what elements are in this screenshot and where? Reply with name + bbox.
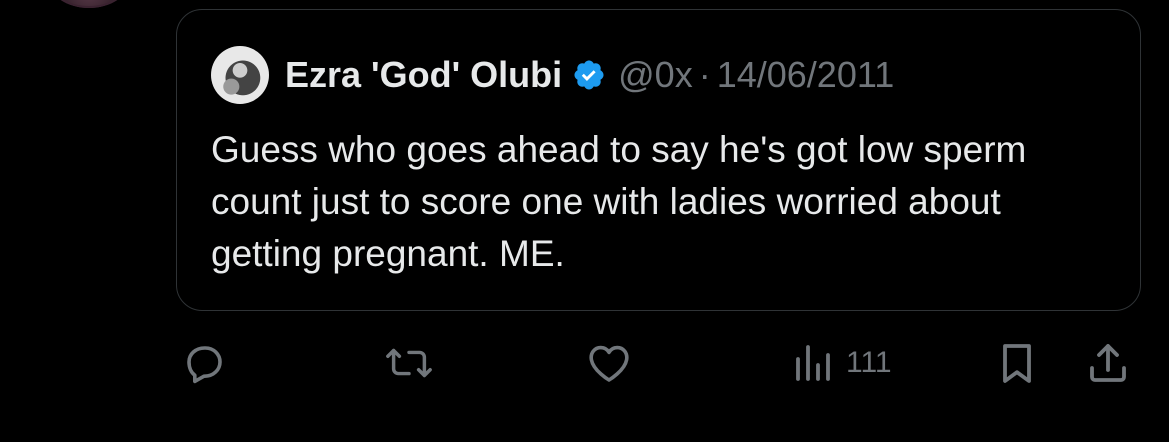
bookmark-button[interactable] xyxy=(996,335,1038,391)
quoted-tweet-card[interactable]: Ezra 'God' Olubi @0x · 14/06/2011 Guess … xyxy=(176,9,1141,311)
views-count: 111 xyxy=(846,346,892,379)
heart-icon xyxy=(589,345,629,382)
bar-chart-icon xyxy=(796,345,830,381)
quoted-author-name[interactable]: Ezra 'God' Olubi xyxy=(285,54,562,96)
quoted-author-handle[interactable]: @0x xyxy=(618,54,693,96)
quoted-author-avatar[interactable] xyxy=(211,46,269,104)
quoted-tweet-text: Guess who goes ahead to say he's got low… xyxy=(211,129,1027,274)
verified-badge-icon xyxy=(574,60,604,90)
like-button[interactable] xyxy=(584,335,634,391)
bookmark-icon xyxy=(1003,344,1031,383)
views-button[interactable]: 111 xyxy=(792,335,892,391)
quoted-tweet-date[interactable]: 14/06/2011 xyxy=(717,54,895,96)
reply-button[interactable] xyxy=(180,335,228,391)
speech-bubble-icon xyxy=(187,346,222,384)
share-button[interactable] xyxy=(1084,335,1132,391)
parent-avatar[interactable] xyxy=(48,0,130,8)
quoted-tweet-header: Ezra 'God' Olubi @0x · 14/06/2011 xyxy=(211,46,894,104)
retweet-button[interactable] xyxy=(384,335,434,391)
retweet-icon xyxy=(386,348,432,378)
tweet-action-bar: 111 xyxy=(0,335,1169,395)
share-upload-icon xyxy=(1090,344,1126,382)
header-separator: · xyxy=(698,54,711,95)
